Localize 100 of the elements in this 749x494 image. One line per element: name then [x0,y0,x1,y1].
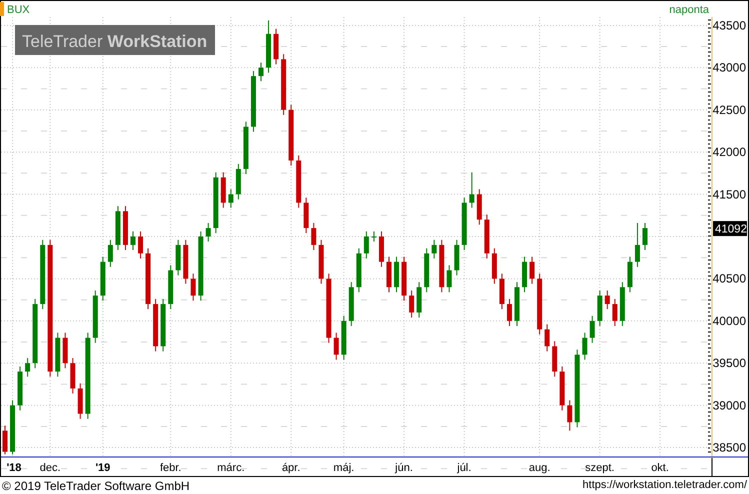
axis-label: 43000 [712,60,746,75]
candlestick [258,62,264,82]
axis-label: márc. [217,462,245,474]
candlestick [604,290,610,310]
candlestick [18,366,23,411]
axis-label: 40500 [712,272,746,286]
axis-label: 39500 [712,356,746,370]
candlestick [220,172,226,208]
candlestick [597,290,602,326]
candlestick [416,282,422,318]
candlestick [560,366,565,411]
candlestick [78,382,83,420]
candlestick [318,239,324,284]
candlestick [627,256,632,293]
candlestick [70,358,76,394]
candlestick [394,256,400,293]
axis-label: 42000 [712,145,746,160]
axis-label: ápr. [282,462,300,474]
candlestick [40,239,46,310]
interval-label: naponta [669,4,709,16]
last-price-label: 41092 [713,221,747,236]
axis-label: 41500 [712,187,746,202]
candlestick [469,172,474,208]
candlestick [266,20,272,74]
axis-label: jún. [395,462,413,474]
axis-label: dec. [40,462,61,474]
axis-label: '19 [95,462,110,474]
candlestick [2,425,8,455]
candlestick [55,332,60,378]
candlestick [544,324,550,352]
candlestick [130,230,136,250]
candlestick [122,206,128,250]
candlestick [326,273,332,344]
candlestick [439,239,444,293]
axis-label: 43500 [712,18,746,32]
candlestick [432,239,437,259]
logo: TeleTrader WorkStation [15,25,215,55]
candlestick [341,315,346,360]
candlestick [371,230,376,242]
candlestick [296,154,302,208]
candlestick [62,332,68,369]
candlestick [92,290,98,344]
candlestick [462,197,467,250]
candlestick [506,298,512,326]
candlestick [198,230,204,302]
candlestick [424,248,430,293]
candlestick [25,358,30,378]
candlestick [446,264,452,293]
axis-label: 38500 [712,440,746,455]
candlestick [176,239,181,276]
candlestick [634,222,640,268]
candlestick [190,273,196,302]
candlestick [530,256,535,284]
candlestick [274,28,279,65]
candlestick [153,298,158,352]
candlestick [522,256,528,293]
candlestick [213,172,218,234]
candlestick [115,206,120,250]
candlestick [514,282,520,326]
copyright-text: © 2019 TeleTrader Software GmbH [2,478,190,494]
axis-label: júl. [457,462,472,474]
candlestick [281,54,286,116]
candlestick [409,290,414,318]
candlestick [250,70,256,132]
candlestick [168,264,174,310]
axis-label: aug. [528,462,550,474]
candlestick [243,121,248,175]
candlestick [402,256,407,302]
candlestick [160,298,166,352]
axis-label: okt. [651,462,669,474]
axis-label: szept. [585,462,614,474]
axis-label: '18 [6,462,22,474]
candlestick [146,248,151,310]
candlestick [499,273,504,310]
candlestick [304,197,309,234]
axis-label: 39000 [712,398,746,412]
axis-label: febr. [160,462,182,474]
candlestick [642,222,648,250]
candlestick [236,163,241,200]
axis-label: 40000 [712,314,746,328]
candlestick [582,332,588,360]
candlestick [100,256,106,302]
axis-label: máj. [333,462,354,474]
candlestick [288,104,294,166]
candlestick [334,332,339,360]
candlestick [311,222,316,250]
candlestick [356,248,362,293]
candlestick [492,248,497,284]
candlestick [537,273,542,335]
candlestick [348,282,354,326]
candlestick [228,188,234,208]
axis-label: 42500 [712,102,746,117]
candlestick [206,222,211,242]
candlestick [620,282,625,326]
chart-title: BUX [7,4,30,16]
candlestick [386,256,392,293]
candlestick [567,400,572,432]
candlestick [32,298,38,369]
candlestick [378,230,384,268]
website-link[interactable]: https://workstation.teletrader.com/ [582,477,747,494]
